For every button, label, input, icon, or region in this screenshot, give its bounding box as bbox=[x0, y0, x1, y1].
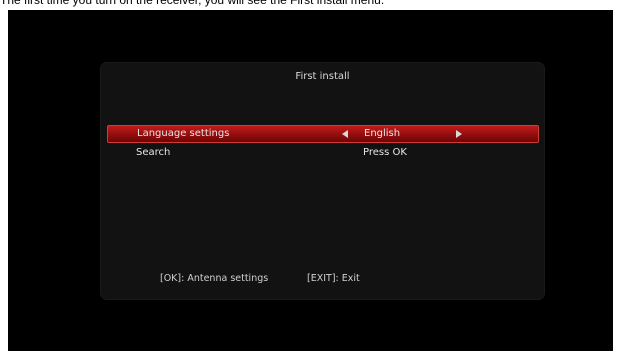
search-row[interactable]: Search Press OK bbox=[107, 145, 539, 163]
language-value: English bbox=[364, 128, 401, 139]
language-settings-label: Language settings bbox=[137, 128, 230, 139]
arrow-left-icon[interactable] bbox=[342, 130, 348, 138]
language-settings-row[interactable]: Language settings English bbox=[107, 125, 539, 143]
caption-text: The first time you turn on the receiver,… bbox=[0, 0, 385, 7]
first-install-dialog: First install Language settings English … bbox=[101, 63, 544, 299]
ok-antenna-hint[interactable]: [OK]: Antenna settings bbox=[160, 273, 268, 284]
search-value: Press OK bbox=[363, 147, 407, 158]
search-label: Search bbox=[136, 147, 171, 158]
page: The first time you turn on the receiver,… bbox=[0, 0, 624, 351]
arrow-right-icon[interactable] bbox=[456, 130, 462, 138]
exit-hint[interactable]: [EXIT]: Exit bbox=[307, 273, 360, 284]
tv-screen: First install Language settings English … bbox=[8, 10, 613, 351]
dialog-title: First install bbox=[295, 71, 350, 82]
